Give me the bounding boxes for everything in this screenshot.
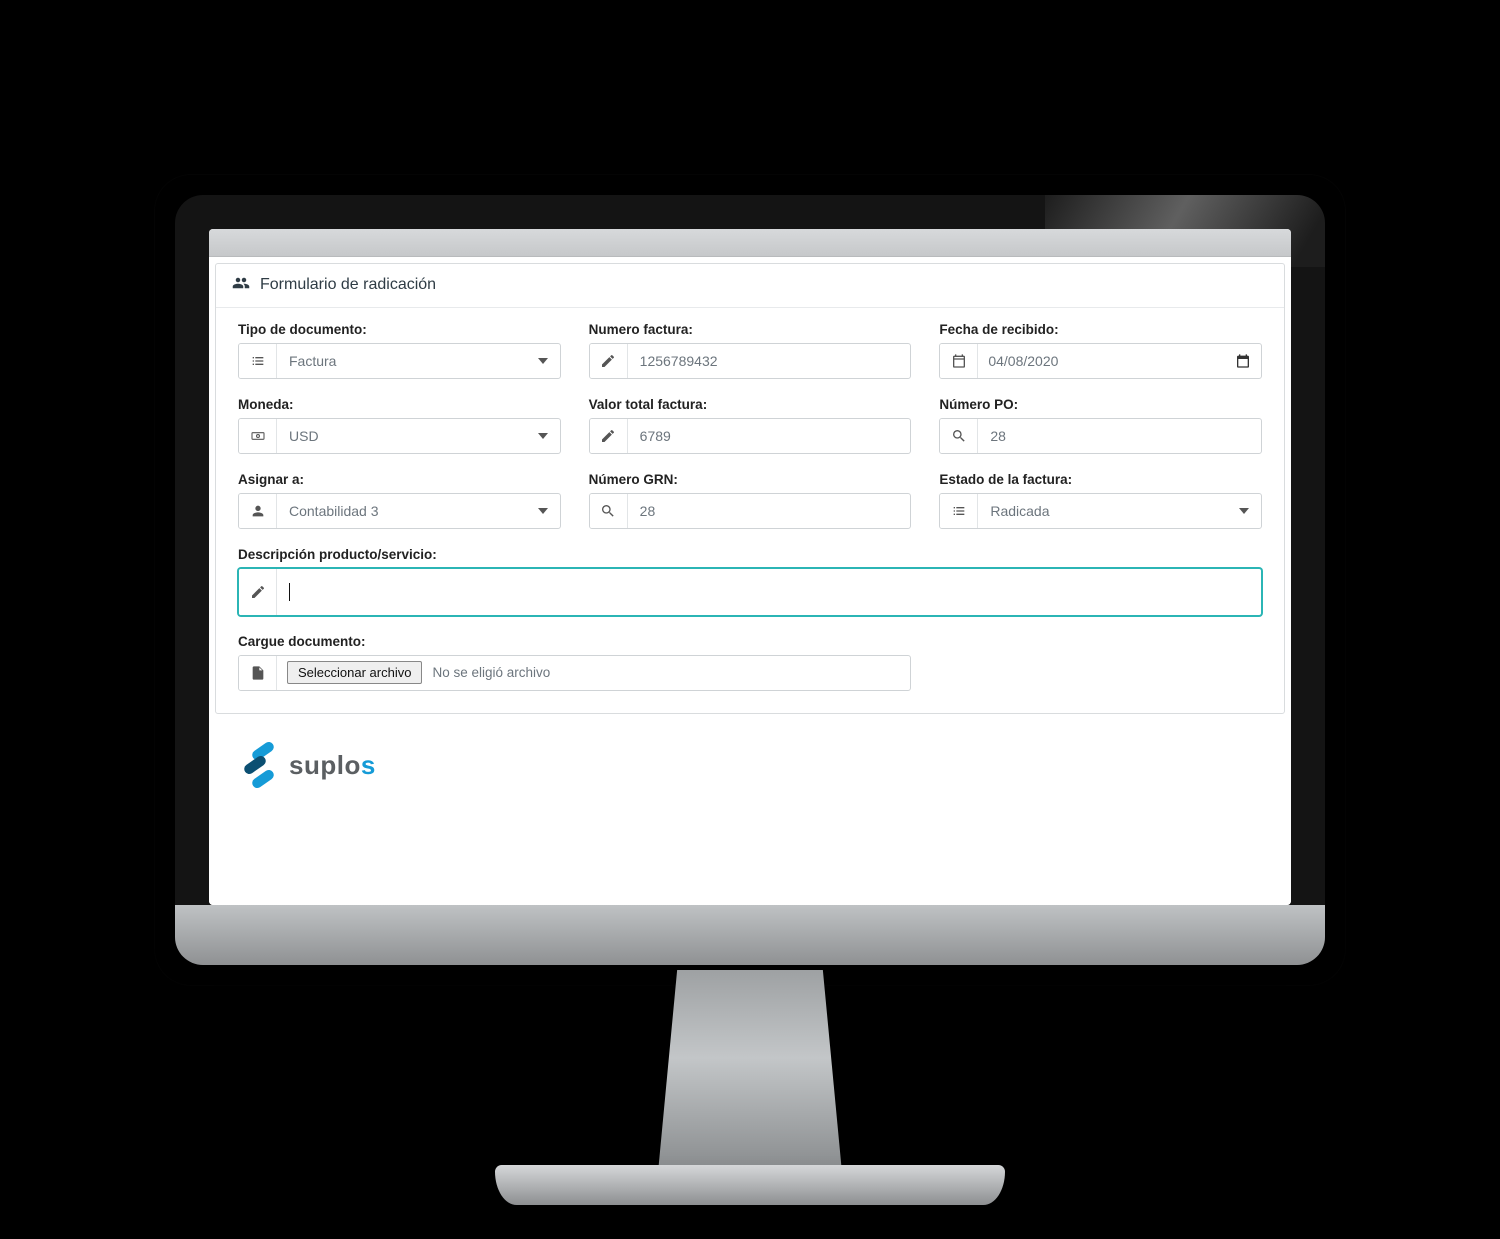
brand-logo: suplos — [215, 714, 1285, 788]
field-numero-grn: Número GRN: — [589, 472, 912, 529]
field-numero-factura: Numero factura: — [589, 322, 912, 379]
tipo-documento-select[interactable]: Factura — [277, 344, 560, 378]
field-fecha-recibido: Fecha de recibido: 04/08/2020 — [939, 322, 1262, 379]
label-moneda: Moneda: — [238, 397, 561, 412]
pencil-icon — [590, 344, 628, 378]
numero-grn-input[interactable] — [628, 494, 911, 528]
label-fecha-recibido: Fecha de recibido: — [939, 322, 1262, 337]
money-icon — [239, 419, 277, 453]
users-icon — [232, 274, 250, 297]
select-file-button[interactable]: Seleccionar archivo — [287, 661, 422, 684]
list-icon — [940, 494, 978, 528]
calendar-picker-icon — [1235, 353, 1251, 369]
field-asignar-a: Asignar a: Contabilidad 3 — [238, 472, 561, 529]
radicacion-panel: Formulario de radicación Tipo de documen… — [215, 263, 1285, 714]
fecha-recibido-input[interactable]: 04/08/2020 — [978, 344, 1261, 378]
panel-title: Formulario de radicación — [260, 276, 436, 294]
logo-mark — [245, 744, 279, 788]
label-cargue-documento: Cargue documento: — [238, 634, 911, 649]
pencil-icon — [239, 569, 277, 615]
field-tipo-documento: Tipo de documento: Factura — [238, 322, 561, 379]
text-cursor — [289, 583, 290, 601]
monitor-frame: Formulario de radicación Tipo de documen… — [175, 195, 1325, 965]
file-status-text: No se eligió archivo — [432, 665, 550, 680]
descripcion-input[interactable] — [277, 569, 1261, 615]
field-cargue-documento: Cargue documento: Seleccionar archivo No… — [238, 634, 911, 691]
browser-topbar — [209, 229, 1291, 257]
panel-header: Formulario de radicación — [216, 264, 1284, 308]
field-valor-total: Valor total factura: — [589, 397, 912, 454]
fecha-recibido-value: 04/08/2020 — [988, 353, 1058, 369]
label-numero-grn: Número GRN: — [589, 472, 912, 487]
logo-text: suplos — [289, 750, 376, 781]
moneda-select[interactable]: USD — [277, 419, 560, 453]
numero-po-input[interactable] — [978, 419, 1261, 453]
field-descripcion: Descripción producto/servicio: — [238, 547, 1262, 616]
pencil-icon — [590, 419, 628, 453]
label-tipo-documento: Tipo de documento: — [238, 322, 561, 337]
label-numero-po: Número PO: — [939, 397, 1262, 412]
label-descripcion: Descripción producto/servicio: — [238, 547, 1262, 562]
user-icon — [239, 494, 277, 528]
label-asignar-a: Asignar a: — [238, 472, 561, 487]
screen: Formulario de radicación Tipo de documen… — [209, 229, 1291, 905]
field-estado-factura: Estado de la factura: Radicada — [939, 472, 1262, 529]
numero-factura-input[interactable] — [628, 344, 911, 378]
calendar-icon — [940, 344, 978, 378]
label-estado-factura: Estado de la factura: — [939, 472, 1262, 487]
search-icon — [940, 419, 978, 453]
label-numero-factura: Numero factura: — [589, 322, 912, 337]
file-icon — [239, 656, 277, 690]
label-valor-total: Valor total factura: — [589, 397, 912, 412]
list-icon — [239, 344, 277, 378]
field-numero-po: Número PO: — [939, 397, 1262, 454]
search-icon — [590, 494, 628, 528]
valor-total-input[interactable] — [628, 419, 911, 453]
field-moneda: Moneda: USD — [238, 397, 561, 454]
asignar-a-select[interactable]: Contabilidad 3 — [277, 494, 560, 528]
estado-factura-select[interactable]: Radicada — [978, 494, 1261, 528]
descripcion-input-group — [238, 568, 1262, 616]
